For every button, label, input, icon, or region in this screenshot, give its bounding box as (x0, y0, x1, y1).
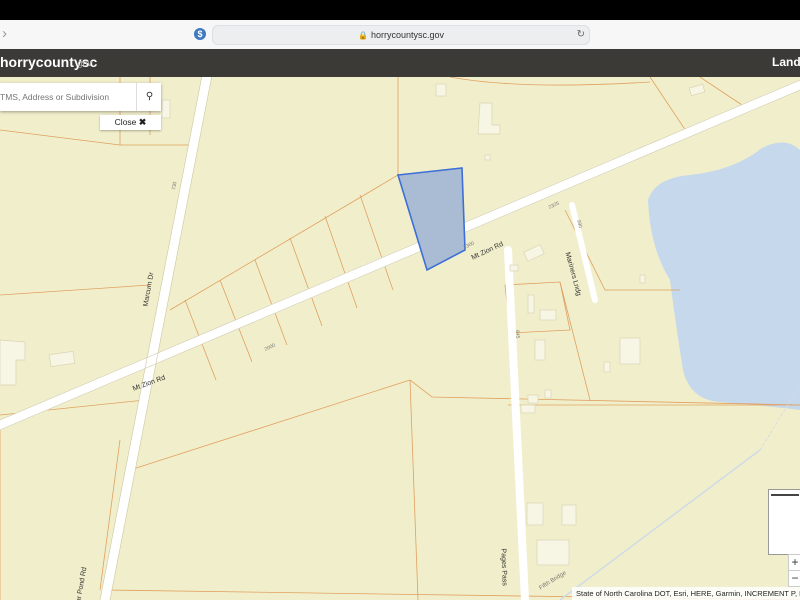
search-input[interactable] (0, 83, 134, 111)
map-attribution: State of North Carolina DOT, Esri, HERE,… (572, 587, 800, 600)
search-button[interactable]: ⚲ (136, 83, 162, 111)
overview-map[interactable] (768, 489, 800, 555)
parcel-search: ⚲ (0, 83, 161, 111)
device-status-bar (0, 0, 800, 20)
site-icon: $ (194, 28, 206, 40)
map-layer (0, 77, 800, 600)
search-icon: ⚲ (145, 91, 154, 102)
pond (648, 142, 800, 410)
overview-map-header (771, 494, 799, 496)
chevron-left-icon[interactable]: › (2, 25, 7, 42)
zoom-in-button[interactable]: + (788, 554, 800, 571)
close-button[interactable]: Close ✖ (100, 115, 161, 130)
site-brand-suffix: .gov (75, 58, 93, 68)
browser-toolbar: › $ 🔒 horrycountysc.gov ↻ (0, 20, 800, 50)
map-canvas[interactable]: Mt Zion Rd Mt Zion Rd Marcum Dr Clear Po… (0, 77, 800, 600)
header-app-title: Land (772, 55, 800, 69)
buildings (0, 83, 706, 566)
road-label: Pages Pass (499, 548, 508, 586)
address-number: 645 (514, 329, 521, 339)
address-bar[interactable]: 🔒 horrycountysc.gov ↻ (212, 25, 590, 45)
close-label: Close (114, 117, 137, 127)
zoom-out-button[interactable]: − (788, 570, 800, 587)
app-header: horrycountysc .gov Land (0, 49, 800, 77)
reload-icon[interactable]: ↻ (577, 26, 585, 44)
url-text: horrycountysc.gov (370, 30, 444, 40)
lock-icon: 🔒 (357, 31, 368, 40)
close-icon: ✖ (138, 117, 147, 127)
